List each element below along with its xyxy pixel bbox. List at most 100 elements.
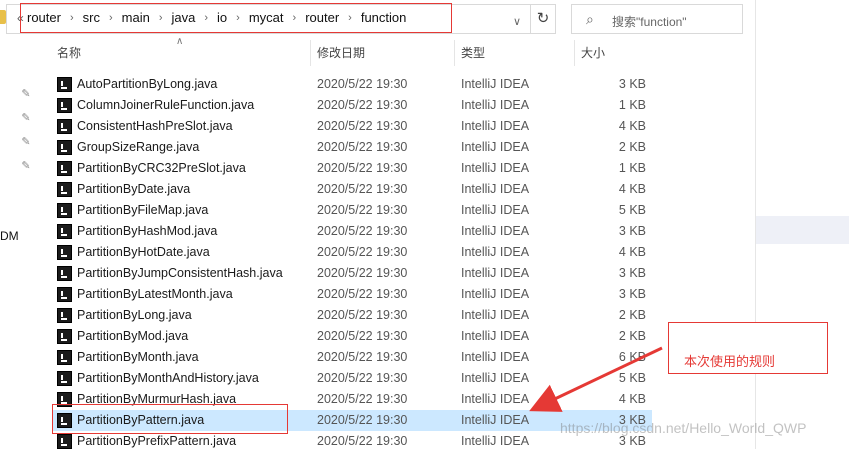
file-row[interactable]: PartitionByCRC32PreSlot.java 2020/5/22 19… [52,158,652,179]
file-name: PartitionByCRC32PreSlot.java [77,161,246,175]
column-header-type[interactable]: 类型 [461,40,485,66]
file-date: 2020/5/22 19:30 [317,119,408,133]
file-row[interactable]: PartitionByMod.java 2020/5/22 19:30 Intell… [52,326,652,347]
file-list: AutoPartitionByLong.java 2020/5/22 19:30 I… [52,74,652,449]
file-row[interactable]: PartitionByMonthAndHistory.java 2020/5/22… [52,368,652,389]
file-date: 2020/5/22 19:30 [317,350,408,364]
column-divider[interactable] [310,40,311,66]
intellij-file-icon [57,224,72,239]
file-date: 2020/5/22 19:30 [317,245,408,259]
file-type: IntelliJ IDEA [461,182,530,196]
file-row[interactable]: PartitionByLong.java 2020/5/22 19:30 Intel… [52,305,652,326]
file-size: 3 KB [618,224,646,238]
file-date: 2020/5/22 19:30 [317,140,408,154]
file-type: IntelliJ IDEA [461,350,530,364]
file-row[interactable]: PartitionByLatestMonth.java 2020/5/22 19:… [52,284,652,305]
file-row[interactable]: PartitionByJumpConsistentHash.java 2020/5… [52,263,652,284]
file-row[interactable]: PartitionByMonth.java 2020/5/22 19:30 Inte… [52,347,652,368]
intellij-file-icon [57,371,72,386]
column-header-size[interactable]: 大小 [581,40,605,66]
file-row[interactable]: PartitionByFileMap.java 2020/5/22 19:30 In… [52,200,652,221]
file-date: 2020/5/22 19:30 [317,434,408,448]
address-highlight-box [20,3,452,33]
file-date: 2020/5/22 19:30 [317,413,408,427]
pin-icon[interactable]: ✎ [20,136,32,148]
file-name: PartitionByLatestMonth.java [77,287,233,301]
intellij-file-icon [57,308,72,323]
intellij-file-icon [57,203,72,218]
file-row[interactable]: PartitionByHotDate.java 2020/5/22 19:30 In… [52,242,652,263]
annotation-box: 本次使用的规则 [668,322,828,374]
search-input[interactable]: ⌕ 搜索"function" [571,4,743,34]
file-name: PartitionByHashMod.java [77,224,218,238]
file-date: 2020/5/22 19:30 [317,98,408,112]
file-row[interactable]: ConsistentHashPreSlot.java 2020/5/22 19:3… [52,116,652,137]
file-size: 3 KB [618,287,646,301]
file-type: IntelliJ IDEA [461,308,530,322]
file-type: IntelliJ IDEA [461,371,530,385]
column-header-name[interactable]: 名称 [57,40,81,66]
file-date: 2020/5/22 19:30 [317,203,408,217]
chevron-down-icon[interactable]: ∨ [513,15,521,28]
column-divider[interactable] [574,40,575,66]
file-size: 6 KB [618,350,646,364]
intellij-file-icon [57,245,72,260]
file-row[interactable]: ColumnJoinerRuleFunction.java 2020/5/22 1… [52,95,652,116]
file-name: PartitionByHotDate.java [77,245,210,259]
column-header-date[interactable]: 修改日期 [317,40,365,66]
file-type: IntelliJ IDEA [461,161,530,175]
right-pane-band [756,216,849,244]
file-type: IntelliJ IDEA [461,140,530,154]
refresh-button[interactable]: ↻ [530,4,556,34]
file-row[interactable]: PartitionByHashMod.java 2020/5/22 19:30 In… [52,221,652,242]
nav-item-fragment[interactable]: DM [0,229,19,243]
file-name: PartitionByLong.java [77,308,192,322]
file-size: 4 KB [618,245,646,259]
file-size: 4 KB [618,392,646,406]
file-name: GroupSizeRange.java [77,140,200,154]
file-date: 2020/5/22 19:30 [317,77,408,91]
file-name: PartitionByDate.java [77,182,191,196]
sort-ascending-icon: ∧ [176,36,184,47]
pin-icon[interactable]: ✎ [20,112,32,124]
pin-icon[interactable]: ✎ [20,88,32,100]
navigation-pane: ✎ ✎ ✎ ✎ DM [0,0,44,449]
file-row[interactable]: GroupSizeRange.java 2020/5/22 19:30 Intell… [52,137,652,158]
file-size: 1 KB [618,161,646,175]
file-name: PartitionByMod.java [77,329,189,343]
file-date: 2020/5/22 19:30 [317,266,408,280]
file-date: 2020/5/22 19:30 [317,161,408,175]
intellij-file-icon [57,161,72,176]
watermark: https://blog.csdn.net/Hello_World_QWP [560,420,807,436]
intellij-file-icon [57,434,72,449]
file-date: 2020/5/22 19:30 [317,224,408,238]
file-name: ConsistentHashPreSlot.java [77,119,233,133]
intellij-file-icon [57,98,72,113]
intellij-file-icon [57,182,72,197]
file-row[interactable]: PartitionByDate.java 2020/5/22 19:30 Intel… [52,179,652,200]
file-type: IntelliJ IDEA [461,224,530,238]
column-divider[interactable] [454,40,455,66]
file-date: 2020/5/22 19:30 [317,392,408,406]
intellij-file-icon [57,266,72,281]
file-size: 1 KB [618,98,646,112]
file-date: 2020/5/22 19:30 [317,371,408,385]
file-size: 5 KB [618,203,646,217]
file-name: ColumnJoinerRuleFunction.java [77,98,255,112]
search-icon: ⌕ [586,11,594,27]
file-row[interactable]: AutoPartitionByLong.java 2020/5/22 19:30 I… [52,74,652,95]
file-size: 3 KB [618,266,646,280]
intellij-file-icon [57,140,72,155]
file-size: 5 KB [618,371,646,385]
intellij-file-icon [57,287,72,302]
pin-icon[interactable]: ✎ [20,160,32,172]
file-size: 3 KB [618,77,646,91]
annotation-text: 本次使用的规则 [684,354,776,369]
file-type: IntelliJ IDEA [461,77,530,91]
file-name: PartitionByJumpConsistentHash.java [77,266,283,280]
file-type: IntelliJ IDEA [461,434,530,448]
intellij-file-icon [57,329,72,344]
file-type: IntelliJ IDEA [461,203,530,217]
file-type: IntelliJ IDEA [461,392,530,406]
file-name: PartitionByMonth.java [77,350,199,364]
